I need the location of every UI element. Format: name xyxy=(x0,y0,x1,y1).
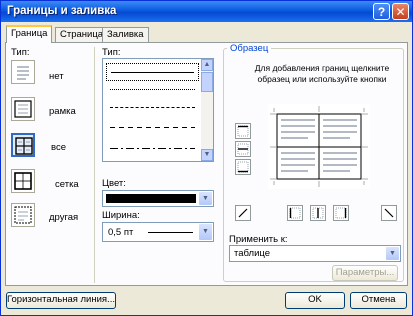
inside-vertical-border-button[interactable] xyxy=(310,205,326,221)
width-combo[interactable]: 0,5 пт ▼ xyxy=(102,222,214,242)
apply-to-value: таблице xyxy=(234,248,271,259)
color-label: Цвет: xyxy=(102,178,126,189)
separator xyxy=(94,47,95,283)
preset-custom-icon xyxy=(14,206,32,224)
top-border-button[interactable] xyxy=(235,123,251,139)
preset-box[interactable] xyxy=(11,97,35,121)
window-title: Границы и заливка xyxy=(7,5,117,17)
preview-label: Образец xyxy=(227,43,272,54)
options-button[interactable]: Параметры... xyxy=(332,265,398,281)
preset-all[interactable] xyxy=(11,133,35,157)
help-button[interactable]: ? xyxy=(373,3,390,20)
line-style-list[interactable]: ▲ ▼ xyxy=(102,58,214,162)
preset-box-label: рамка xyxy=(49,106,76,117)
apply-to-label: Применить к: xyxy=(229,234,288,245)
preview-table-icon xyxy=(270,106,368,187)
dropdown-arrow-icon[interactable]: ▼ xyxy=(199,224,212,240)
setting-label: Тип: xyxy=(11,47,30,58)
title-bar[interactable]: Границы и заливка ? ✕ xyxy=(1,1,412,22)
preset-none-icon xyxy=(17,66,29,80)
width-line-sample xyxy=(148,232,193,233)
style-scrollbar[interactable]: ▲ ▼ xyxy=(201,59,213,161)
scroll-thumb[interactable] xyxy=(201,72,213,92)
line-style-item-dashed[interactable] xyxy=(110,127,195,128)
apply-to-combo[interactable]: таблице ▼ xyxy=(229,245,401,262)
preview-area[interactable] xyxy=(268,104,370,189)
preset-custom[interactable] xyxy=(11,203,35,227)
tab-page-border[interactable]: Страница xyxy=(55,27,109,42)
inside-vertical-border-icon xyxy=(312,207,324,219)
diagonal-up-border-button[interactable] xyxy=(235,205,251,221)
width-label: Ширина: xyxy=(102,210,140,221)
preset-all-icon xyxy=(15,137,33,155)
diagonal-down-border-button[interactable] xyxy=(381,205,397,221)
line-style-item-solid[interactable] xyxy=(106,63,199,81)
top-border-icon xyxy=(237,125,249,137)
borders-and-shading-dialog: Границы и заливка ? ✕ Граница Страница З… xyxy=(0,0,413,316)
preset-grid[interactable] xyxy=(11,169,35,193)
bottom-border-button[interactable] xyxy=(235,159,251,175)
preview-hint: Для добавления границ щелкните образец и… xyxy=(254,63,390,84)
line-style-item-dash-dot[interactable] xyxy=(110,148,195,149)
line-solid xyxy=(111,72,194,73)
preset-none[interactable] xyxy=(11,60,35,84)
inside-horizontal-border-button[interactable] xyxy=(235,141,251,157)
line-style-item-dashed-small[interactable] xyxy=(110,107,195,108)
right-border-icon xyxy=(335,207,347,219)
color-combo[interactable]: ▼ xyxy=(102,190,214,207)
scroll-up-icon[interactable]: ▲ xyxy=(201,59,213,71)
bottom-border-icon xyxy=(237,161,249,173)
preset-box-icon xyxy=(14,100,32,118)
left-border-button[interactable] xyxy=(287,205,303,221)
diagonal-up-border-icon xyxy=(238,208,248,218)
dropdown-arrow-icon[interactable]: ▼ xyxy=(199,192,212,205)
line-style-item-dotted[interactable] xyxy=(110,89,195,90)
tab-borders[interactable]: Граница xyxy=(6,25,53,43)
preset-grid-icon xyxy=(14,172,32,190)
inside-horizontal-border-icon xyxy=(237,143,249,155)
scroll-down-icon[interactable]: ▼ xyxy=(201,149,213,161)
preset-none-label: нет xyxy=(49,71,64,82)
dropdown-arrow-icon[interactable]: ▼ xyxy=(386,247,399,260)
preset-all-label: все xyxy=(51,142,66,153)
close-button[interactable]: ✕ xyxy=(392,3,409,20)
style-label: Тип: xyxy=(102,47,121,58)
diagonal-down-border-icon xyxy=(384,208,394,218)
left-border-icon xyxy=(289,207,301,219)
tab-shading[interactable]: Заливка xyxy=(102,27,149,42)
width-value: 0,5 пт xyxy=(108,227,134,238)
ok-button[interactable]: OK xyxy=(285,292,345,309)
preset-grid-label: сетка xyxy=(55,179,79,190)
color-swatch xyxy=(106,194,196,203)
cancel-button[interactable]: Отмена xyxy=(350,292,407,309)
preset-custom-label: другая xyxy=(49,212,79,223)
horizontal-line-button[interactable]: Горизонтальная линия... xyxy=(6,292,116,309)
right-border-button[interactable] xyxy=(333,205,349,221)
